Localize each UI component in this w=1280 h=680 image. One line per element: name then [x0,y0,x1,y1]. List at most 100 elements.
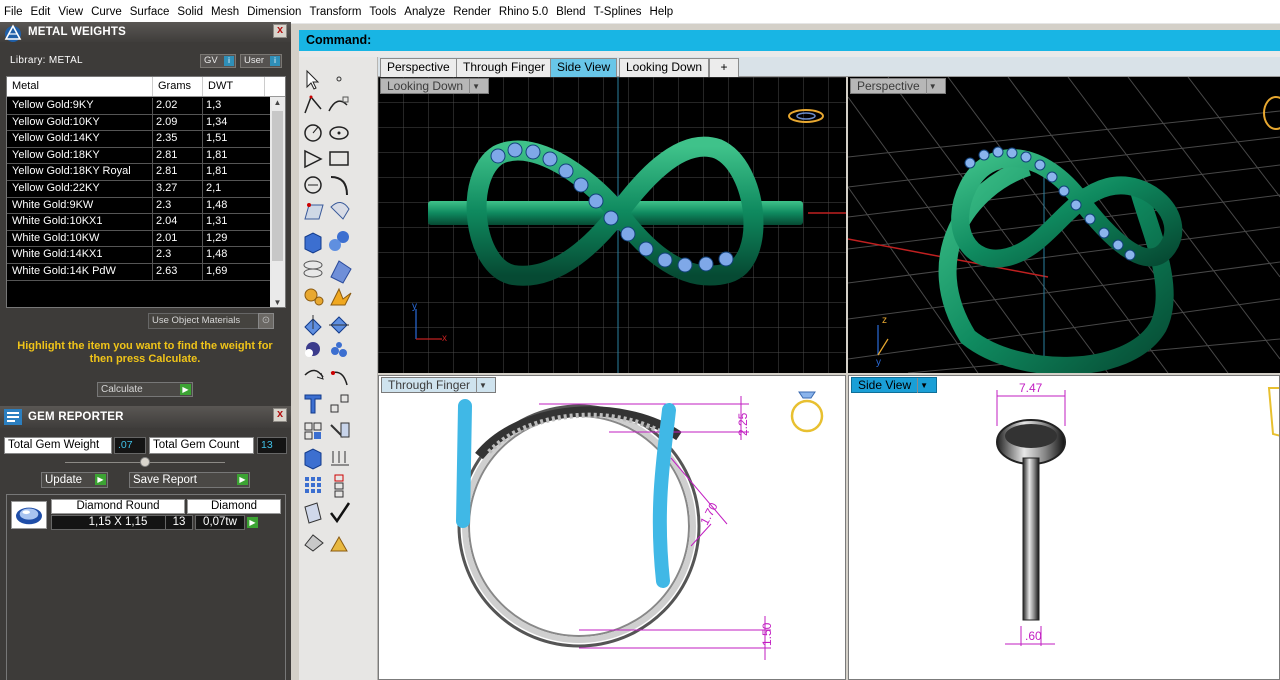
table-row[interactable]: Yellow Gold:10KY 2.09 1,34 [7,114,271,132]
table-row[interactable]: Yellow Gold:18KY Royal 2.81 1,81 [7,164,271,181]
split-icon[interactable] [304,315,322,336]
use-object-materials-field[interactable]: Use Object Materials [148,313,274,329]
dropdown-icon[interactable]: ▼ [917,378,930,394]
tab-through-finger[interactable]: Through Finger [456,58,553,77]
viewport-through-finger[interactable]: 2.25 1.70 1.50 Through Finger ▼ [378,375,846,680]
explode-icon[interactable] [330,287,352,306]
shell-icon[interactable] [304,502,322,524]
select-arrow-icon[interactable] [306,69,320,90]
menu-solid[interactable]: Solid [177,6,203,18]
user-button[interactable]: User i [240,54,282,68]
cylinder-icon[interactable] [303,260,323,278]
layers-icon[interactable] [331,451,349,466]
gem-select-arrow-icon[interactable]: ▶ [247,517,258,528]
polyline-icon[interactable] [304,95,322,114]
circle-icon[interactable] [304,124,322,142]
check-icon[interactable] [330,502,351,524]
table-row[interactable]: White Gold:14K PdW 2.63 1,69 [7,263,271,281]
table-row[interactable]: White Gold:9KW 2.3 1,48 [7,197,271,215]
scroll-up-icon[interactable]: ▲ [272,97,283,109]
calculate-button[interactable]: Calculate ▶ [97,382,193,397]
table-row[interactable]: Yellow Gold:14KY 2.35 1,51 [7,131,271,148]
menu-edit[interactable]: Edit [31,6,51,18]
viewport-side-view[interactable]: 7.47 .60 Side View ▼ [848,375,1280,680]
viewport-label-through-finger[interactable]: Through Finger ▼ [381,377,496,394]
column-metal[interactable]: Metal [7,77,153,96]
fillet-icon[interactable] [330,176,348,196]
pipe-icon[interactable] [334,474,344,498]
menu-rhino-5-0[interactable]: Rhino 5.0 [499,6,548,18]
cage-edit-icon[interactable] [304,534,324,552]
viewport-perspective[interactable]: z y Perspective ▼ [848,77,1280,373]
menu-tools[interactable]: Tools [369,6,396,18]
metal-weights-close-button[interactable]: x [273,24,287,38]
metal-table-scrollbar[interactable]: ▲ ▼ [270,97,285,307]
table-row[interactable]: Yellow Gold:22KY 3.27 2,1 [7,180,271,198]
polygon-icon[interactable] [304,176,322,194]
scroll-down-icon[interactable]: ▼ [272,297,283,307]
arc-icon[interactable] [304,149,323,169]
move-icon[interactable] [330,394,349,413]
save-report-button[interactable]: Save Report ▶ [129,472,250,488]
menu-mesh[interactable]: Mesh [211,6,239,18]
gv-button[interactable]: GV i [200,54,236,68]
menu-t-splines[interactable]: T-Splines [594,6,642,18]
tab-side-view[interactable]: Side View [550,58,618,77]
boolean-icon[interactable] [305,342,320,357]
box-icon[interactable] [304,232,322,254]
command-bar[interactable]: Command: [299,30,1280,51]
viewport-label-side-view[interactable]: Side View ▼ [851,377,938,394]
scale-icon[interactable] [330,371,348,386]
viewport-label-perspective[interactable]: Perspective ▼ [850,78,946,95]
render-icon[interactable] [304,448,322,470]
table-row[interactable]: Yellow Gold:18KY 2.81 1,81 [7,147,271,165]
scroll-thumb[interactable] [272,111,283,261]
sphere-icon[interactable] [329,231,349,251]
viewport-looking-down[interactable]: x y Looking Down ▼ [378,77,846,373]
menu-transform[interactable]: Transform [309,6,361,18]
menu-help[interactable]: Help [650,6,674,18]
table-row[interactable]: White Gold:10KX1 2.04 1,31 [7,214,271,231]
tab-looking-down[interactable]: Looking Down [619,58,710,77]
text-icon[interactable] [304,394,322,414]
update-button[interactable]: Update ▶ [41,472,108,488]
mesh-icon[interactable] [330,260,352,284]
dropdown-icon[interactable]: ▼ [469,79,482,95]
point-icon[interactable] [336,76,342,82]
trim-icon[interactable] [329,316,349,334]
column-grams[interactable]: Grams [153,77,203,96]
menu-surface[interactable]: Surface [130,6,170,18]
rotate-icon[interactable] [304,369,324,380]
column-dwt[interactable]: DWT [203,77,265,96]
use-object-materials-toggle[interactable]: ⊙ [258,313,274,329]
menu-file[interactable]: File [4,6,23,18]
add-tab-button[interactable]: + [709,58,739,77]
dropdown-icon[interactable]: ▼ [476,378,489,394]
menu-render[interactable]: Render [453,6,491,18]
ellipse-icon[interactable] [329,126,349,140]
material-icon[interactable] [330,535,348,552]
gem-slider-knob[interactable] [140,457,150,467]
menu-analyze[interactable]: Analyze [404,6,445,18]
table-row[interactable]: Yellow Gold:9KY 2.02 1,3 [7,98,271,115]
array-icon[interactable] [304,422,322,440]
menu-view[interactable]: View [58,6,83,18]
viewport-label-looking-down[interactable]: Looking Down ▼ [380,78,489,95]
surface-icon[interactable] [304,203,324,220]
curve-icon[interactable] [328,96,349,112]
table-row[interactable]: White Gold:10KW 2.01 1,29 [7,230,271,248]
rectangle-icon[interactable] [329,151,349,166]
gem-reporter-close-button[interactable]: x [273,408,287,422]
boolean-split-icon[interactable] [331,342,347,357]
menu-blend[interactable]: Blend [556,6,585,18]
menu-curve[interactable]: Curve [91,6,122,18]
extrude-surface-icon[interactable] [330,202,350,220]
grid-icon[interactable] [305,477,321,493]
dropdown-icon[interactable]: ▼ [925,79,939,95]
gear-icon[interactable] [304,288,324,306]
tab-perspective[interactable]: Perspective [380,58,457,77]
menu-dimension[interactable]: Dimension [247,6,301,18]
measure-icon[interactable] [330,422,350,438]
round-diamond-icon[interactable] [11,501,47,529]
table-row[interactable]: White Gold:14KX1 2.3 1,48 [7,247,271,264]
